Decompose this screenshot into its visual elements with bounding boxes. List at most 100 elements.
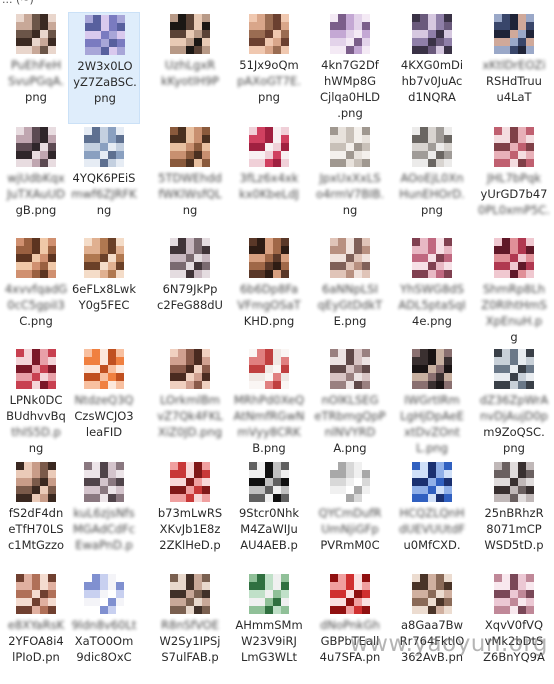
- file-item[interactable]: 6b6Dp8Fa VFmgOSaT KHD.png: [233, 236, 305, 348]
- file-name-line: 6b6Dp8Fa: [239, 282, 298, 296]
- file-name: QYCmDufR UmNjiGFp PVRmM0C: [314, 505, 386, 553]
- file-item[interactable]: PuEhFeH SvuPGqA. png: [0, 12, 72, 124]
- file-name-line: u4LaT: [496, 90, 532, 104]
- file-item[interactable]: xKtlDrEOZi RSHdTruu u4LaT: [478, 12, 550, 124]
- image-thumbnail: [494, 127, 534, 167]
- file-name: IWGrtIRm LgHjDpAeE xtDvZOnt L.png: [396, 392, 468, 456]
- file-name-line: 6N79JkPp: [162, 282, 218, 296]
- file-name: dZ36ZpWrA nvDjAujD0p m9ZoQSC. png: [478, 392, 550, 456]
- file-name: 2W3x0LO yZ7ZaBSC. png: [69, 58, 141, 106]
- file-item[interactable]: 6aNNpLSI qEyGtDdkT E.png: [314, 236, 386, 348]
- file-name-line: lPIoD.pn: [12, 650, 60, 664]
- file-name-line: AOoEjL0Xn: [400, 171, 464, 185]
- file-item[interactable]: 9Stcr0Nhk M4ZaWIJu AU4AEB.p: [233, 460, 305, 572]
- file-item[interactable]: JHL7bPqk yUrGD7b47 0PL0xmP5C.: [478, 125, 550, 237]
- file-name-line: AtNmfRGwN: [233, 409, 305, 423]
- file-name-line: b73mLwRS: [157, 506, 223, 520]
- file-name-line: KHD.png: [243, 314, 295, 328]
- file-item[interactable]: QYCmDufR UmNjiGFp PVRmM0C: [314, 460, 386, 572]
- file-name: wjUdbKqx JuTXAuUD gB.png: [0, 170, 72, 218]
- file-name-line: [154, 313, 226, 329]
- file-item[interactable]: 4KXG0mDi hb7v0JuAc d1NQRA: [396, 12, 468, 124]
- file-item[interactable]: a8Gaa7Bw Rr764FktlO 362AvB.pn: [396, 572, 468, 684]
- file-name: kuL6zjsNfs MGAdCdFc EwaPnD.p: [68, 505, 140, 553]
- file-item[interactable]: 25nBRhzR 8071mCP WSD5tD.p: [478, 460, 550, 572]
- file-item[interactable]: HCQZLQnHCQZ dUEVUUtdFA u0MfCXD.: [396, 460, 468, 572]
- file-item[interactable]: NtdzeQ3Q CzsWCJO3 leaFID: [68, 347, 140, 459]
- file-item[interactable]: IWGrtIRm LgHjDpAeE xtDvZOnt L.png: [396, 347, 468, 459]
- image-thumbnail: [170, 127, 210, 167]
- file-name: 4KXG0mDi hb7v0JuAc d1NQRA: [396, 57, 468, 105]
- file-name-line: SvuPGqA.: [8, 74, 64, 88]
- file-name-line: HCQZLQnHCQZ: [399, 506, 465, 520]
- file-item[interactable]: e8XYaRsK 2YFOA8i4 lPIoD.pn: [0, 572, 72, 684]
- file-item[interactable]: nOlKLSEG eTRbmgQpP nlNVYRD A.png: [314, 347, 386, 459]
- file-name: e8XYaRsK 2YFOA8i4 lPIoD.pn: [0, 617, 72, 665]
- file-item[interactable]: 6eFLx8Lwk Y0g5FEC: [68, 236, 140, 348]
- file-name-line: MRhPd0XeQ: [233, 393, 305, 407]
- file-name-line: XaTO0Om: [74, 634, 134, 648]
- file-item[interactable]: AOoEjL0Xn HunEHOrD. png: [396, 125, 468, 237]
- file-name-line: mVyy8CRK: [237, 425, 301, 439]
- file-name-line: m9ZoQSC.: [483, 425, 545, 439]
- image-thumbnail: [84, 238, 124, 278]
- file-item[interactable]: ShmRp8Lh Z0RIhtHmS XpEnuH.p g: [478, 236, 550, 348]
- file-item[interactable]: XqvV0fVQ vMk2bDtS Z6BnYQ9A: [478, 572, 550, 684]
- file-name: AHmmSMmb W23V9iRJ LmG3WLt: [233, 617, 305, 665]
- image-thumbnail: [330, 238, 370, 278]
- file-item[interactable]: 3fLz6x4xk kx0KbeLdJ: [233, 125, 305, 237]
- file-name: nOlKLSEG eTRbmgQpP nlNVYRD A.png: [314, 392, 386, 456]
- file-name-line: .png: [337, 106, 363, 120]
- file-item[interactable]: 6N79JkPp c2FeG88dU: [154, 236, 226, 348]
- image-thumbnail: [84, 574, 124, 614]
- file-name: fS2dF4dn eTfH70LS c1MtGzzo: [0, 505, 72, 553]
- file-name: 9ldn8v60Lt XaTO0Om 9dic8OxC: [68, 617, 140, 665]
- file-name-line: wjUdbKqx: [7, 171, 65, 185]
- file-item[interactable]: MRhPd0XeQ AtNmfRGwN mVyy8CRK B.png: [233, 347, 305, 459]
- file-item[interactable]: YhSWG8dS ADL5ptaSqI 4e.png: [396, 236, 468, 348]
- file-name-line: png: [421, 203, 443, 217]
- file-item[interactable]: 5TDWEhdd fWKlWsfQL ng: [154, 125, 226, 237]
- file-name-line: Cjlqa0HLD: [320, 90, 380, 104]
- file-item[interactable]: fS2dF4dn eTfH70LS c1MtGzzo: [0, 460, 72, 572]
- file-name-line: eTRbmgQpP: [314, 409, 386, 423]
- file-name-line: EwaPnD.p: [75, 538, 133, 552]
- file-item[interactable]: wjUdbKqx JuTXAuUD gB.png: [0, 125, 72, 237]
- file-name-line: LPNk0DC: [9, 393, 63, 407]
- file-name-line: 9Stcr0Nhk: [238, 506, 300, 520]
- file-item[interactable]: JpxUxXxLS o4rmV7BIB.p ng: [314, 125, 386, 237]
- file-item[interactable]: LOrkmlBm vZ7Qk4FKL XiZ0JD.png: [154, 347, 226, 459]
- file-item[interactable]: LPNk0DC BUdhvvBq thIS5D.p ng: [0, 347, 72, 459]
- file-item[interactable]: 4kn7G2Df hWMp8G Cjlqa0HLD .png: [314, 12, 386, 124]
- file-item[interactable]: 4YQK6PEiS mwf6ZJRFK ng: [68, 125, 140, 237]
- file-item[interactable]: 2W3x0LO yZ7ZaBSC. png: [68, 12, 140, 124]
- file-name-line: CzsWCJO3: [74, 409, 134, 423]
- file-item[interactable]: 51Jx9oQm pAXoGT7E. png: [233, 12, 305, 124]
- file-name-line: fWKlWsfQL: [158, 187, 222, 201]
- file-item[interactable]: AHmmSMmb W23V9iRJ LmG3WLt: [233, 572, 305, 684]
- watermark: www.yaoyun.org: [349, 631, 548, 657]
- file-item[interactable]: kuL6zjsNfs MGAdCdFc EwaPnD.p: [68, 460, 140, 572]
- file-item[interactable]: dZ36ZpWrA nvDjAujD0p m9ZoQSC. png: [478, 347, 550, 459]
- file-name-line: A.png: [333, 441, 367, 455]
- file-item[interactable]: R8nSfVOE W2Sy1IPSj S7ulFAB.p: [154, 572, 226, 684]
- file-name-line: hb7v0JuAc: [401, 74, 463, 88]
- file-name-line: B.png: [252, 441, 286, 455]
- file-name: MRhPd0XeQ AtNmfRGwN mVyy8CRK B.png: [233, 392, 305, 456]
- file-name: UzhLgxR kKyotIH9P: [154, 57, 226, 105]
- file-item[interactable]: 9ldn8v60Lt XaTO0Om 9dic8OxC: [68, 572, 140, 684]
- file-name-line: LmG3WLt: [240, 650, 298, 664]
- file-name-line: RSHdTruu: [486, 74, 542, 88]
- file-name-line: VFmgOSaT: [237, 298, 301, 312]
- file-item[interactable]: b73mLwRS XKvJb1E8z 2ZKlHeD.p: [154, 460, 226, 572]
- file-name: LPNk0DC BUdhvvBq thIS5D.p ng: [0, 392, 72, 456]
- file-item[interactable]: UzhLgxR kKyotIH9P: [154, 12, 226, 124]
- file-name: 4kn7G2Df hWMp8G Cjlqa0HLD .png: [314, 57, 386, 121]
- file-name-line: gB.png: [15, 203, 57, 217]
- image-thumbnail: [16, 574, 56, 614]
- file-name-line: W23V9iRJ: [241, 634, 297, 648]
- file-item[interactable]: 4xvvfqadG 0cC5gpiI3 C.png: [0, 236, 72, 348]
- file-name-line: XpEnuH.p: [485, 314, 543, 328]
- file-item[interactable]: dNoPnkGh GBPbTEall 4u7SFA.pn: [314, 572, 386, 684]
- file-name-line: 51Jx9oQm: [239, 58, 299, 72]
